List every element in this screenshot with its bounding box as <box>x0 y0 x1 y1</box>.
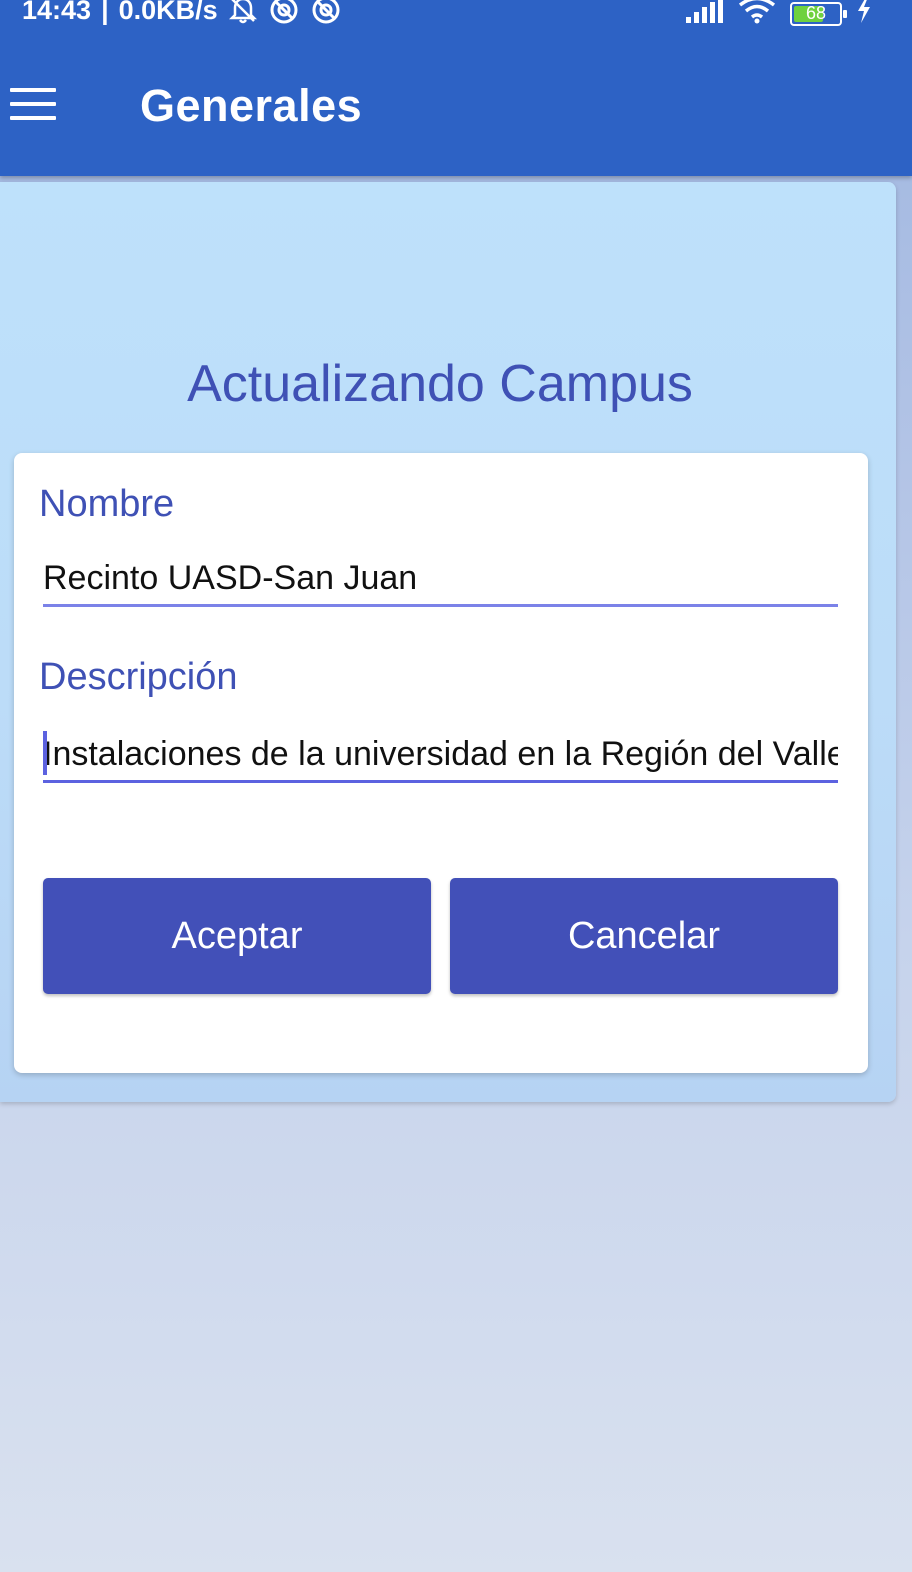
wifi-icon <box>738 0 776 31</box>
descripcion-label: Descripción <box>39 656 238 698</box>
menu-line <box>10 102 56 106</box>
nombre-input[interactable] <box>43 553 838 607</box>
cancel-button[interactable]: Cancelar <box>450 878 838 994</box>
battery-icon: 68 <box>790 1 847 26</box>
sync-icon <box>310 0 342 26</box>
alarm-off-icon <box>228 0 258 25</box>
form-heading: Actualizando Campus <box>187 355 693 413</box>
sync-icon <box>268 0 300 26</box>
status-time: 14:43 <box>22 0 92 25</box>
status-right: 68 <box>686 0 872 31</box>
accept-button[interactable]: Aceptar <box>43 878 431 994</box>
text-cursor <box>43 731 47 775</box>
status-bar: 14:43 | 0.0KB/s 68 <box>0 0 912 30</box>
status-left: 14:43 | 0.0KB/s <box>22 0 342 26</box>
battery-tip <box>843 9 847 18</box>
menu-line <box>10 116 56 120</box>
page-title: Generales <box>140 80 363 131</box>
form-panel: Actualizando Campus Nombre Descripción A… <box>0 182 896 1102</box>
form-card: Nombre Descripción Aceptar Cancelar <box>14 453 868 1073</box>
menu-line <box>10 88 56 92</box>
status-separator: | <box>101 0 109 25</box>
toolbar: Generales <box>0 60 912 156</box>
descripcion-input[interactable] <box>43 729 838 783</box>
charging-icon <box>856 0 872 30</box>
nombre-label: Nombre <box>39 483 175 525</box>
signal-icon <box>686 0 724 30</box>
status-network-speed: 0.0KB/s <box>118 0 218 25</box>
hamburger-menu-icon[interactable] <box>6 82 60 126</box>
app-header: 14:43 | 0.0KB/s 68 Generales <box>0 0 912 176</box>
battery-level: 68 <box>805 2 827 23</box>
